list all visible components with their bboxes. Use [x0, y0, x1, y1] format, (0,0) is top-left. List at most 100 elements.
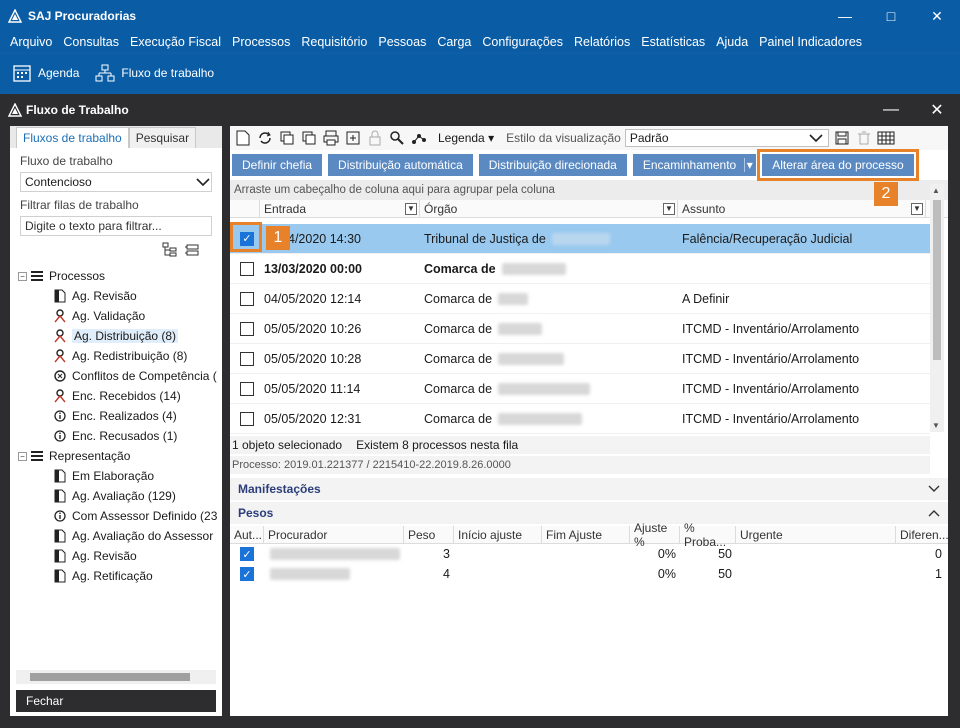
collapse-toggle-icon[interactable]: − — [18, 451, 27, 461]
menu-carga[interactable]: Carga — [437, 35, 471, 49]
tree-item-ag-distribuicao[interactable]: Ag. Distribuição (8) — [18, 326, 222, 346]
table-row[interactable]: 05/05/2020 11:14 Comarca de ITCMD - Inve… — [230, 374, 930, 404]
section-pesos[interactable]: Pesos — [230, 502, 948, 524]
tree-item-conflitos[interactable]: Conflitos de Competência ( — [18, 366, 222, 386]
save-icon[interactable] — [833, 129, 851, 147]
fechar-button[interactable]: Fechar — [16, 690, 216, 712]
table-row[interactable]: ✓ 4/2020 14:30 Tribunal de Justiça de Fa… — [230, 224, 930, 254]
filter-dropdown-icon[interactable]: ▼ — [405, 202, 417, 215]
lock-icon[interactable] — [366, 129, 384, 147]
collapse-toggle-icon[interactable]: − — [18, 271, 27, 281]
menu-requisitorio[interactable]: Requisitório — [301, 35, 367, 49]
table-row[interactable]: 04/05/2020 12:14 Comarca de A Definir — [230, 284, 930, 314]
left-horizontal-scrollbar[interactable] — [16, 670, 216, 684]
checkbox-icon[interactable] — [240, 351, 254, 366]
edit-document-icon[interactable] — [234, 129, 252, 147]
tree-node-representacao[interactable]: − Representação — [18, 446, 222, 466]
tree-item-ag-retificacao[interactable]: Ag. Retificação — [18, 566, 222, 586]
scroll-up-icon[interactable]: ▲ — [932, 186, 940, 195]
pesos-row[interactable]: ✓ 4 0% 50 1 — [230, 564, 948, 584]
definir-chefia-button[interactable]: Definir chefia — [232, 154, 323, 176]
distribuicao-direcionada-button[interactable]: Distribuição direcionada — [478, 154, 627, 176]
row-checkbox-cell[interactable] — [230, 321, 264, 336]
tab-pesquisar[interactable]: Pesquisar — [128, 127, 197, 148]
table-row[interactable]: 13/03/2020 00:00 Comarca de — [230, 254, 930, 284]
estilo-select[interactable]: Padrão — [624, 129, 829, 147]
pesos-row[interactable]: ✓ 3 0% 50 0 — [230, 544, 948, 564]
filter-dropdown-icon[interactable]: ▼ — [663, 202, 675, 215]
table-row[interactable]: 05/05/2020 12:31 Comarca de ITCMD - Inve… — [230, 404, 930, 434]
search-people-icon[interactable] — [388, 129, 406, 147]
legenda-dropdown[interactable]: Legenda ▾ — [438, 131, 494, 145]
section-manifestacoes[interactable]: Manifestações — [230, 478, 948, 500]
checkbox-icon[interactable] — [240, 291, 254, 306]
refresh-icon[interactable] — [256, 129, 274, 147]
tree-item-ag-avaliacao-assessor[interactable]: Ag. Avaliação do Assessor — [18, 526, 222, 546]
pesos-col[interactable]: Urgente — [736, 525, 896, 544]
row-checkbox-cell[interactable] — [230, 381, 264, 396]
tree-item-ag-revisao[interactable]: Ag. Revisão — [18, 286, 222, 306]
chevron-down-icon[interactable] — [928, 485, 940, 493]
caret-down-icon[interactable]: ▾ — [744, 158, 754, 172]
tab-fluxos[interactable]: Fluxos de trabalho — [16, 127, 129, 148]
menu-configuracoes[interactable]: Configurações — [482, 35, 563, 49]
grid-col-orgao[interactable]: Órgão ▼ — [420, 199, 678, 218]
auto-cell[interactable]: ✓ — [230, 564, 264, 584]
tree-item-enc-recusados[interactable]: Enc. Recusados (1) — [18, 426, 222, 446]
tree-item-ag-revisao-rep[interactable]: Ag. Revisão — [18, 546, 222, 566]
fluxo-trabalho-button[interactable]: Fluxo de trabalho — [95, 63, 214, 83]
distribuicao-automatica-button[interactable]: Distribuição automática — [328, 154, 473, 176]
minimize-icon[interactable]: — — [868, 94, 914, 126]
copy-icon[interactable] — [278, 129, 296, 147]
filtrar-input[interactable]: Digite o texto para filtrar... — [20, 216, 212, 236]
tree-item-ag-redistribuicao[interactable]: Ag. Redistribuição (8) — [18, 346, 222, 366]
minimize-icon[interactable]: — — [822, 0, 868, 32]
grid-vertical-scrollbar[interactable]: ▲ ▼ — [930, 184, 944, 432]
menu-consultas[interactable]: Consultas — [63, 35, 119, 49]
table-row[interactable]: 05/05/2020 10:26 Comarca de ITCMD - Inve… — [230, 314, 930, 344]
collapse-tree-icon[interactable] — [184, 242, 200, 258]
checked-checkbox-icon[interactable]: ✓ — [240, 567, 254, 581]
tree-item-enc-realizados[interactable]: Enc. Realizados (4) — [18, 406, 222, 426]
table-row[interactable]: 05/05/2020 10:28 Comarca de ITCMD - Inve… — [230, 344, 930, 374]
columns-icon[interactable] — [877, 129, 895, 147]
legend-icon[interactable] — [410, 129, 428, 147]
delete-icon[interactable] — [855, 129, 873, 147]
scroll-down-icon[interactable]: ▼ — [932, 421, 940, 430]
menu-ajuda[interactable]: Ajuda — [716, 35, 748, 49]
menu-pessoas[interactable]: Pessoas — [378, 35, 426, 49]
checkbox-icon[interactable] — [240, 321, 254, 336]
fluxo-select[interactable]: Contencioso — [20, 172, 212, 192]
pesos-col[interactable]: Diferen... — [896, 526, 949, 544]
pesos-col[interactable]: Ajuste % — [630, 521, 680, 549]
tree-item-em-elaboracao[interactable]: Em Elaboração — [18, 466, 222, 486]
tree-item-enc-recebidos[interactable]: Enc. Recebidos (14) — [18, 386, 222, 406]
checkbox-icon[interactable] — [240, 261, 254, 276]
export-icon[interactable] — [344, 129, 362, 147]
row-checkbox-cell[interactable] — [230, 411, 264, 426]
agenda-button[interactable]: Agenda — [12, 63, 79, 83]
pesos-col[interactable]: Peso — [404, 525, 454, 544]
menu-execucao-fiscal[interactable]: Execução Fiscal — [130, 35, 221, 49]
menu-arquivo[interactable]: Arquivo — [10, 35, 52, 49]
checked-checkbox-icon[interactable]: ✓ — [240, 547, 254, 561]
checkbox-icon[interactable] — [240, 381, 254, 396]
pesos-col[interactable]: % Proba... — [680, 521, 736, 549]
filter-dropdown-icon[interactable]: ▼ — [911, 202, 923, 215]
auto-cell[interactable]: ✓ — [230, 544, 264, 564]
tree-item-ag-avaliacao[interactable]: Ag. Avaliação (129) — [18, 486, 222, 506]
alterar-area-button[interactable]: Alterar área do processo — [757, 149, 919, 181]
tree-item-ag-validacao[interactable]: Ag. Validação — [18, 306, 222, 326]
close-icon[interactable]: ✕ — [914, 0, 960, 32]
duplicate-icon[interactable] — [300, 129, 318, 147]
pesos-col[interactable]: Fim Ajuste — [542, 525, 630, 544]
row-checkbox-cell[interactable] — [230, 261, 264, 276]
pesos-col[interactable]: Início ajuste — [454, 525, 542, 544]
encaminhamento-button[interactable]: Encaminhamento ▾ — [632, 154, 757, 176]
row-checkbox-cell[interactable] — [230, 351, 264, 366]
checkbox-icon[interactable] — [240, 411, 254, 426]
maximize-icon[interactable]: □ — [868, 0, 914, 32]
chevron-up-icon[interactable] — [928, 509, 940, 517]
grid-col-entrada[interactable]: Entrada ▼ — [260, 199, 420, 218]
scroll-thumb[interactable] — [933, 200, 941, 360]
